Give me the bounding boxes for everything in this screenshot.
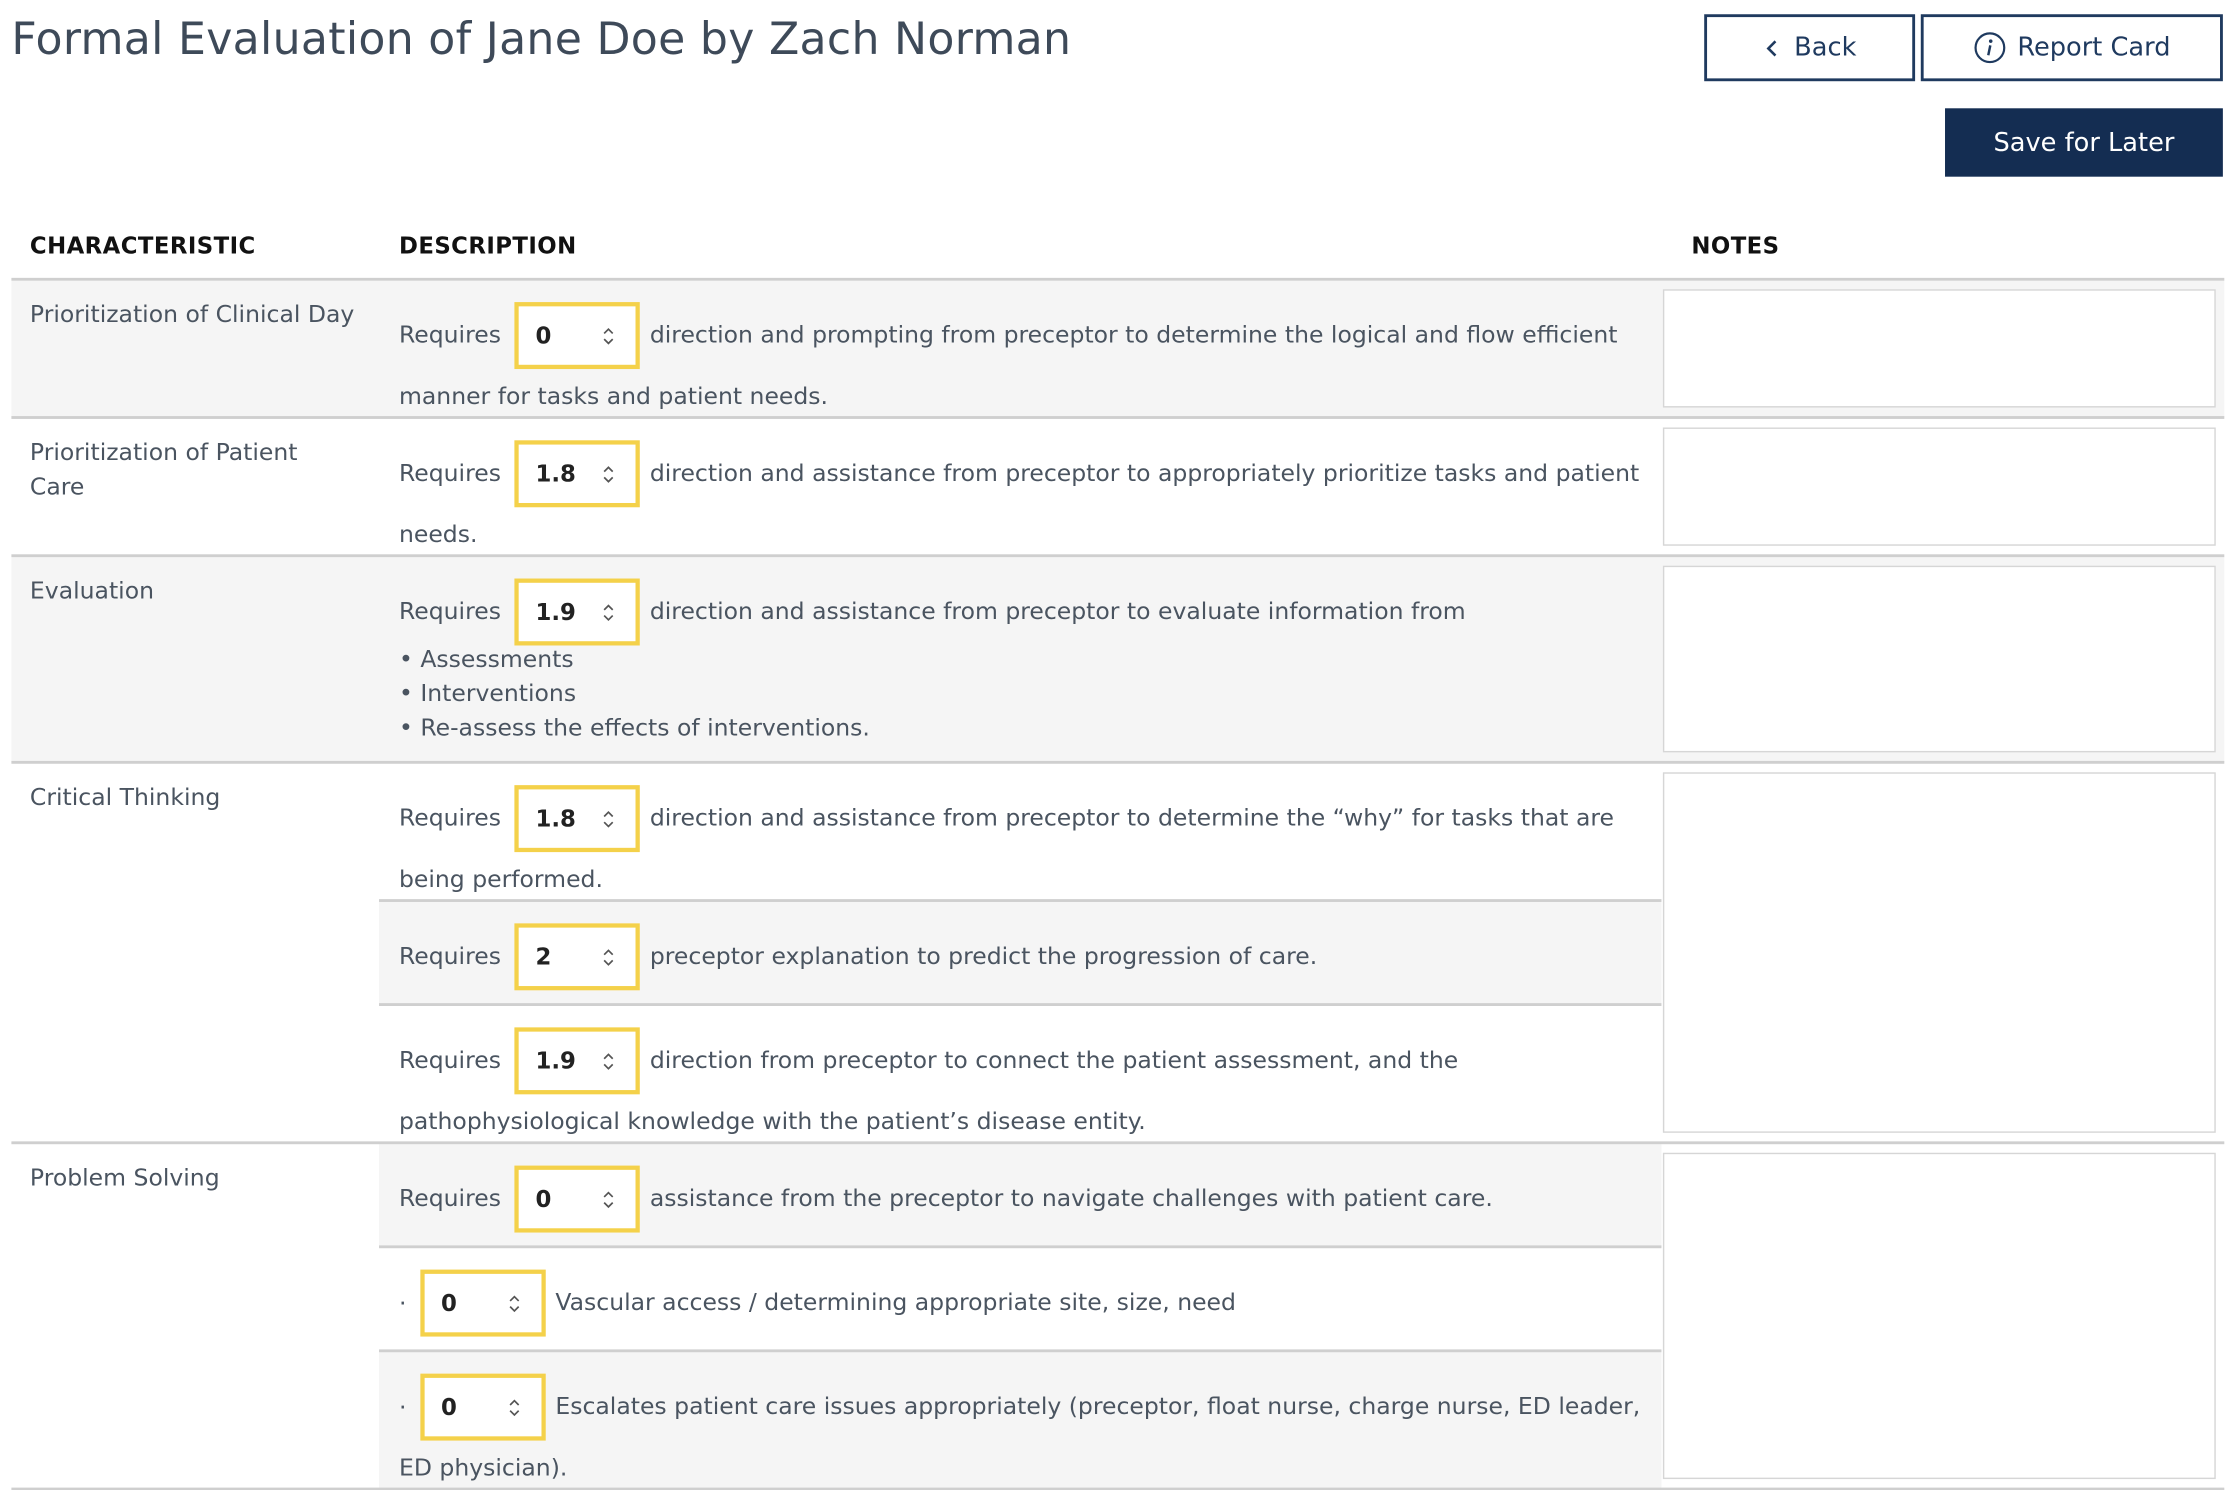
spinner-arrows-icon[interactable]: [601, 1047, 615, 1075]
rating-stepper[interactable]: 0: [514, 1165, 640, 1233]
description-prefix: Requires: [398, 321, 501, 349]
bullet-item: • Assessments: [398, 645, 574, 673]
rating-value: 2: [535, 942, 552, 970]
rating-value: 1.8: [535, 804, 576, 832]
spinner-arrows-icon[interactable]: [601, 460, 615, 488]
description-prefix: Requires: [398, 1184, 501, 1212]
description-prefix: Requires: [398, 1046, 501, 1074]
description-item: · 0 Escalates patient care issues approp…: [398, 1373, 1653, 1490]
description-text: preceptor explanation to predict the pro…: [649, 942, 1318, 970]
rating-stepper[interactable]: 0: [419, 1373, 546, 1441]
spinner-arrows-icon[interactable]: [601, 598, 615, 626]
bullet-item: • Re-assess the effects of interventions…: [398, 713, 870, 741]
spinner-arrows-icon[interactable]: [601, 943, 615, 971]
spinner-arrows-icon[interactable]: [601, 1186, 615, 1214]
bullet-list: • Assessments • Interventions • Re-asses…: [399, 643, 870, 746]
divider: [379, 1245, 1662, 1249]
rating-stepper[interactable]: 2: [514, 923, 640, 991]
characteristic-label: Prioritization of Patient Care: [29, 438, 298, 501]
notes-textarea[interactable]: [1662, 772, 2216, 1133]
column-header-characteristic: CHARACTERISTIC: [29, 232, 256, 260]
rating-value: 0: [441, 1392, 457, 1420]
description-text: direction and assistance from preceptor …: [649, 597, 1466, 625]
rating-stepper[interactable]: 1.8: [514, 785, 640, 853]
description-text: Escalates patient care issues appropriat…: [398, 1392, 1641, 1482]
description-text: Vascular access / determining appropriat…: [555, 1288, 1236, 1316]
description-prefix: Requires: [398, 459, 501, 487]
notes-textarea[interactable]: [1662, 427, 2216, 546]
report-card-button[interactable]: Report Card: [1920, 14, 2223, 82]
rating-value: 1.8: [535, 459, 576, 487]
description-item: Requires 2 preceptor explanation to pred…: [398, 923, 1653, 991]
rating-stepper[interactable]: 1.9: [514, 1027, 640, 1095]
divider: [11, 277, 2225, 281]
notes-textarea[interactable]: [1662, 289, 2216, 408]
notes-textarea[interactable]: [1662, 565, 2216, 753]
save-for-later-button[interactable]: Save for Later: [1945, 108, 2223, 177]
bullet-item: • Interventions: [398, 679, 577, 707]
description-prefix: Requires: [398, 942, 501, 970]
description-item: Requires 1.9 direction and assistance fr…: [398, 578, 1653, 646]
divider: [379, 1003, 1662, 1006]
page-title: Formal Evaluation of Jane Doe by Zach No…: [11, 14, 1072, 66]
rating-value: 1.9: [535, 1046, 576, 1074]
chevron-left-icon: [1766, 39, 1777, 56]
rating-stepper[interactable]: 0: [419, 1269, 546, 1337]
notes-textarea[interactable]: [1662, 1152, 2216, 1480]
rating-stepper[interactable]: 0: [514, 302, 640, 370]
divider: [11, 760, 2225, 764]
characteristic-label: Critical Thinking: [29, 783, 221, 811]
description-text: assistance from the preceptor to navigat…: [649, 1184, 1493, 1212]
description-item: · 0 Vascular access / determining approp…: [398, 1269, 1653, 1337]
rating-value: 0: [535, 1184, 552, 1212]
description-item: Requires 0 assistance from the preceptor…: [398, 1165, 1653, 1233]
column-header-notes: NOTES: [1691, 232, 1780, 260]
characteristic-label: Problem Solving: [29, 1164, 220, 1192]
spinner-arrows-icon[interactable]: [507, 1290, 521, 1318]
spinner-arrows-icon[interactable]: [507, 1394, 521, 1422]
description-prefix: Requires: [398, 804, 501, 832]
rating-value: 0: [535, 321, 552, 349]
bullet-dot: ·: [398, 1392, 407, 1420]
description-item: Requires 0 direction and prompting from …: [399, 302, 1653, 424]
rating-value: 1.9: [535, 597, 576, 625]
spinner-arrows-icon[interactable]: [601, 322, 615, 350]
column-header-description: DESCRIPTION: [398, 232, 577, 260]
characteristic-label: Prioritization of Clinical Day: [29, 300, 355, 328]
description-item: Requires 1.9 direction from preceptor to…: [399, 1027, 1653, 1149]
description-item: Requires 1.8 direction and assistance fr…: [399, 440, 1653, 562]
rating-stepper[interactable]: 1.8: [514, 440, 640, 508]
back-label: Back: [1794, 32, 1857, 63]
spinner-arrows-icon[interactable]: [601, 805, 615, 833]
description-prefix: Requires: [398, 597, 501, 625]
back-button[interactable]: Back: [1704, 14, 1916, 82]
rating-value: 0: [441, 1288, 457, 1316]
rating-stepper[interactable]: 1.9: [514, 578, 640, 646]
divider: [379, 1349, 1662, 1353]
report-card-label: Report Card: [2017, 32, 2171, 63]
info-icon: [1974, 32, 2005, 64]
characteristic-label: Evaluation: [29, 577, 154, 605]
description-item: Requires 1.8 direction and assistance fr…: [399, 785, 1653, 907]
bullet-dot: ·: [398, 1288, 407, 1316]
